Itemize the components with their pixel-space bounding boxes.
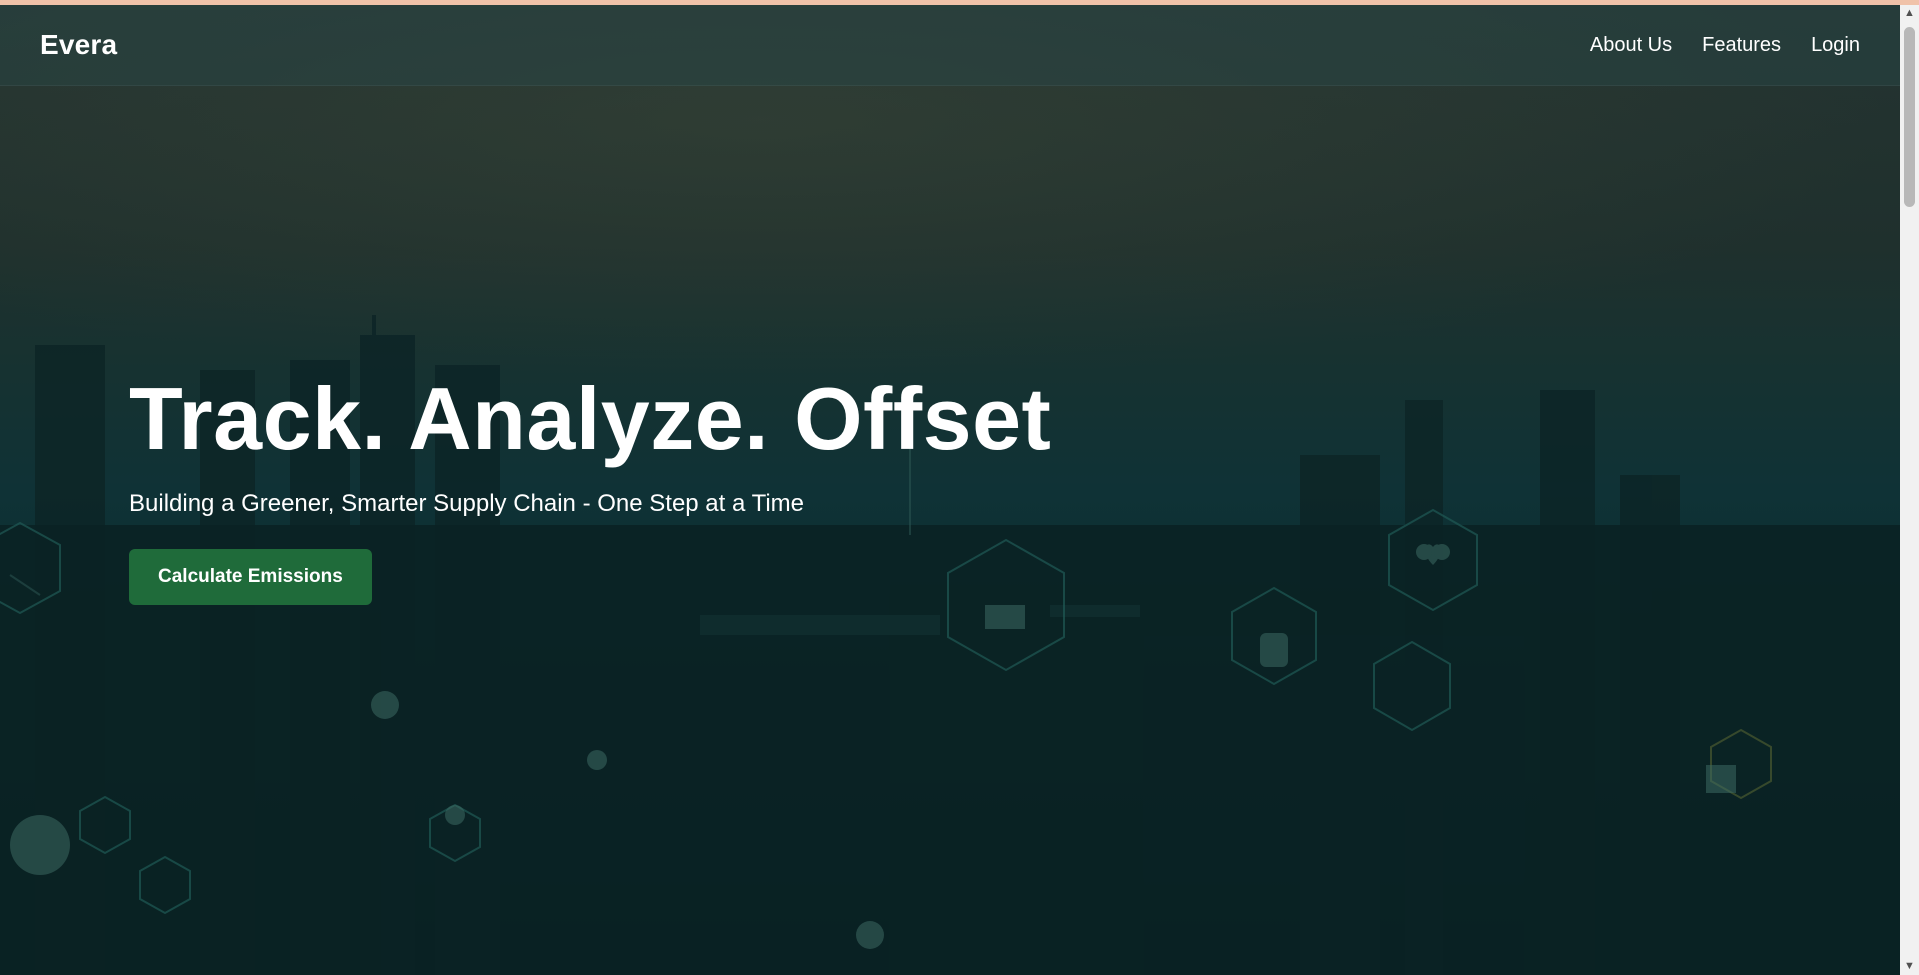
brand-logo[interactable]: Evera — [40, 29, 117, 61]
nav-login-link[interactable]: Login — [1811, 34, 1860, 57]
window-top-border — [0, 0, 1919, 5]
calculate-emissions-button[interactable]: Calculate Emissions — [129, 549, 372, 605]
nav-features-link[interactable]: Features — [1702, 34, 1781, 57]
scrollbar-thumb[interactable] — [1904, 27, 1915, 207]
scroll-up-arrow-icon[interactable]: ▲ — [1900, 5, 1919, 22]
nav-links: About Us Features Login — [1590, 34, 1860, 57]
hero-subtitle: Building a Greener, Smarter Supply Chain… — [129, 490, 805, 517]
vertical-scrollbar[interactable]: ▲ ▼ — [1900, 5, 1919, 975]
hero-section: Track. Analyze. Offset Building a Greene… — [129, 375, 1051, 605]
hero-page: Evera About Us Features Login Track. Ana… — [0, 5, 1900, 975]
scroll-down-arrow-icon[interactable]: ▼ — [1900, 958, 1919, 975]
top-navbar: Evera About Us Features Login — [0, 5, 1900, 86]
nav-about-us-link[interactable]: About Us — [1590, 34, 1672, 57]
hero-title: Track. Analyze. Offset — [129, 369, 1052, 468]
